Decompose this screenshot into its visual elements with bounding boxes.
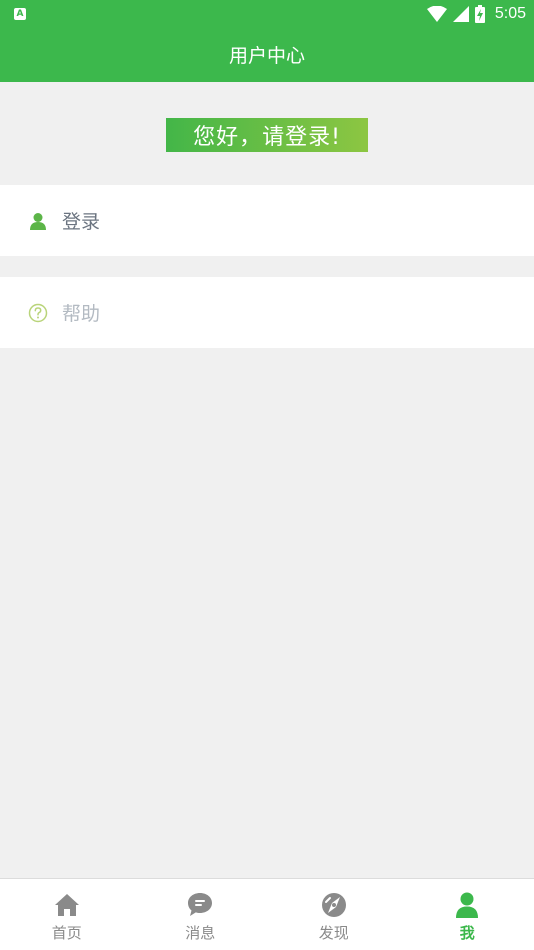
help-row[interactable]: 帮助 xyxy=(0,277,534,348)
status-time: 5:05 xyxy=(494,4,526,22)
nav-item-discover[interactable]: 发现 xyxy=(267,879,401,950)
help-circle-icon xyxy=(28,303,48,323)
notification-icon: A xyxy=(14,7,26,20)
greeting-banner[interactable]: 您好，请登录! xyxy=(166,117,368,152)
status-left: A xyxy=(14,7,26,20)
cell-signal-icon xyxy=(452,5,469,22)
nav-label-me: 我 xyxy=(459,924,475,942)
nav-label-home: 首页 xyxy=(51,924,82,942)
login-label: 登录 xyxy=(62,211,101,233)
bottom-nav: 首页 消息 发现 我 xyxy=(0,878,534,950)
home-icon xyxy=(53,891,81,919)
nav-item-home[interactable]: 首页 xyxy=(0,879,134,950)
nav-item-messages[interactable]: 消息 xyxy=(134,879,268,950)
message-icon xyxy=(186,891,214,919)
greeting-section: 您好，请登录! xyxy=(0,82,534,185)
nav-label-discover: 发现 xyxy=(318,924,349,942)
nav-item-me[interactable]: 我 xyxy=(401,879,534,950)
help-label: 帮助 xyxy=(62,303,101,325)
login-row[interactable]: 登录 xyxy=(0,185,534,256)
wifi-icon xyxy=(426,5,447,22)
user-icon xyxy=(28,211,48,231)
nav-label-messages: 消息 xyxy=(185,924,216,942)
app-bar: 用户中心 xyxy=(0,27,534,82)
discover-icon xyxy=(320,891,348,919)
battery-charging-icon xyxy=(474,4,485,23)
status-bar: A 5:05 xyxy=(0,0,534,27)
user-icon xyxy=(453,891,481,919)
page-title: 用户中心 xyxy=(228,45,305,67)
status-right: 5:05 xyxy=(426,4,526,23)
